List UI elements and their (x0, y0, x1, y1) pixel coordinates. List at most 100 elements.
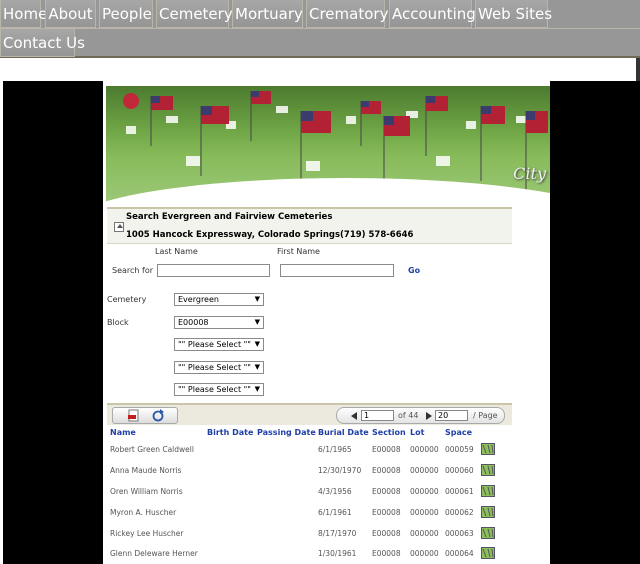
column-section[interactable]: Section (372, 428, 406, 437)
dropdown-arrow-icon: ▼ (254, 340, 260, 348)
cell-section: E00008 (372, 549, 401, 558)
search-header: Search Evergreen and Fairview Cemeteries… (107, 207, 512, 244)
block-label: Block (107, 318, 129, 327)
column-name[interactable]: Name (110, 428, 136, 437)
cell-space: 000060 (445, 466, 474, 475)
cell-space: 000059 (445, 445, 474, 454)
cemetery-select-value: Evergreen (178, 295, 219, 304)
cell-name: Rickey Lee Huscher (110, 529, 184, 538)
space-select-value: "" Please Select "" (178, 385, 251, 394)
cell-space: 000063 (445, 529, 474, 538)
block-select-value: E00008 (178, 318, 209, 327)
map-icon[interactable] (481, 547, 495, 559)
section-select[interactable]: "" Please Select "" ▼ (174, 338, 264, 351)
dropdown-arrow-icon: ▼ (254, 363, 260, 371)
spacer (0, 58, 636, 81)
cell-name: Robert Green Caldwell (110, 445, 194, 454)
cell-section: E00008 (372, 508, 401, 517)
pager: 1 of 44 20 / Page (336, 407, 505, 424)
cell-section: E00008 (372, 529, 401, 538)
map-icon[interactable] (481, 485, 495, 497)
refresh-icon[interactable] (151, 409, 165, 422)
nav-crematory[interactable]: Crematory (306, 0, 388, 28)
cell-lot: 000000 (410, 529, 439, 538)
table-row[interactable]: Rickey Lee Huscher 8/17/1970 E00008 0000… (107, 524, 512, 544)
pdf-icon[interactable] (127, 409, 141, 422)
page-size-input[interactable]: 20 (435, 410, 468, 421)
edge-divider (636, 58, 640, 81)
cemetery-address: 1005 Hancock Expressway, Colorado Spring… (126, 230, 414, 240)
next-page-icon[interactable] (426, 412, 432, 420)
lot-select-value: "" Please Select "" (178, 363, 251, 372)
nav-cemetery[interactable]: Cemetery (156, 0, 233, 28)
cell-lot: 000000 (410, 549, 439, 558)
map-icon[interactable] (481, 464, 495, 476)
cell-lot: 000000 (410, 508, 439, 517)
cell-burial-date: 12/30/1970 (318, 466, 362, 475)
table-row[interactable]: Glenn Deleware Herner 1/30/1961 E00008 0… (107, 544, 512, 564)
cell-burial-date: 8/17/1970 (318, 529, 357, 538)
nav-divider (0, 28, 640, 29)
results-table-header: Name Birth Date Passing Date Burial Date… (107, 426, 512, 440)
cell-lot: 000000 (410, 466, 439, 475)
per-page-label: / Page (473, 411, 498, 420)
nav-web-sites[interactable]: Web Sites (475, 0, 552, 28)
first-name-label: First Name (277, 247, 320, 256)
cell-burial-date: 6/1/1965 (318, 445, 352, 454)
space-select[interactable]: "" Please Select "" ▼ (174, 383, 264, 396)
last-name-input[interactable] (157, 264, 270, 277)
cemetery-select[interactable]: Evergreen ▼ (174, 293, 264, 306)
table-row[interactable]: Oren William Norris 4/3/1956 E00008 0000… (107, 482, 512, 502)
lot-select[interactable]: "" Please Select "" ▼ (174, 361, 264, 374)
column-burial-date[interactable]: Burial Date (318, 428, 369, 437)
column-birth-date[interactable]: Birth Date (207, 428, 253, 437)
first-name-input[interactable] (280, 264, 394, 277)
column-passing-date[interactable]: Passing Date (257, 428, 316, 437)
search-for-label: Search for (112, 266, 154, 275)
cell-section: E00008 (372, 487, 401, 496)
cell-burial-date: 4/3/1956 (318, 487, 352, 496)
content-frame: City Search Evergreen and Fairview Cemet… (3, 81, 640, 564)
cell-name: Oren William Norris (110, 487, 183, 496)
nav-mortuary[interactable]: Mortuary (232, 0, 303, 28)
page-number-input[interactable]: 1 (361, 410, 394, 421)
cell-name: Glenn Deleware Herner (110, 549, 198, 558)
table-row[interactable]: Anna Maude Norris 12/30/1970 E00008 0000… (107, 461, 512, 481)
last-name-label: Last Name (155, 247, 198, 256)
cemetery-label: Cemetery (107, 295, 147, 304)
results-toolbar: 1 of 44 20 / Page (107, 403, 512, 425)
cell-lot: 000000 (410, 487, 439, 496)
dropdown-arrow-icon: ▼ (254, 318, 260, 326)
map-icon[interactable] (481, 506, 495, 518)
previous-page-icon[interactable] (351, 412, 357, 420)
page-count: of 44 (398, 411, 419, 420)
banner-caption: City (513, 164, 546, 183)
column-lot[interactable]: Lot (410, 428, 424, 437)
dropdown-arrow-icon: ▼ (254, 385, 260, 393)
collapse-icon[interactable] (114, 222, 124, 232)
column-space[interactable]: Space (445, 428, 472, 437)
block-select[interactable]: E00008 ▼ (174, 316, 264, 329)
map-icon[interactable] (481, 443, 495, 455)
table-row[interactable]: Robert Green Caldwell 6/1/1965 E00008 00… (107, 440, 512, 460)
search-title: Search Evergreen and Fairview Cemeteries (126, 212, 333, 222)
cell-name: Anna Maude Norris (110, 466, 182, 475)
cell-burial-date: 6/1/1961 (318, 508, 352, 517)
nav-about[interactable]: About (45, 0, 96, 28)
nav-accounting[interactable]: Accounting (389, 0, 476, 28)
banner-image: City (106, 86, 550, 204)
table-row[interactable]: Myron A. Huscher 6/1/1961 E00008 000000 … (107, 503, 512, 523)
cell-space: 000062 (445, 508, 474, 517)
cell-name: Myron A. Huscher (110, 508, 177, 517)
go-button[interactable]: Go (408, 266, 420, 275)
cemetery-search-panel: City Search Evergreen and Fairview Cemet… (103, 81, 550, 564)
cell-section: E00008 (372, 466, 401, 475)
map-icon[interactable] (481, 527, 495, 539)
nav-contact-us[interactable]: Contact Us (0, 29, 85, 57)
section-select-value: "" Please Select "" (178, 340, 251, 349)
dropdown-arrow-icon: ▼ (254, 295, 260, 303)
nav-people[interactable]: People (99, 0, 153, 28)
nav-home[interactable]: Home (0, 0, 47, 28)
cell-lot: 000000 (410, 445, 439, 454)
top-navigation: Home About People Cemetery Mortuary Crem… (0, 0, 640, 58)
